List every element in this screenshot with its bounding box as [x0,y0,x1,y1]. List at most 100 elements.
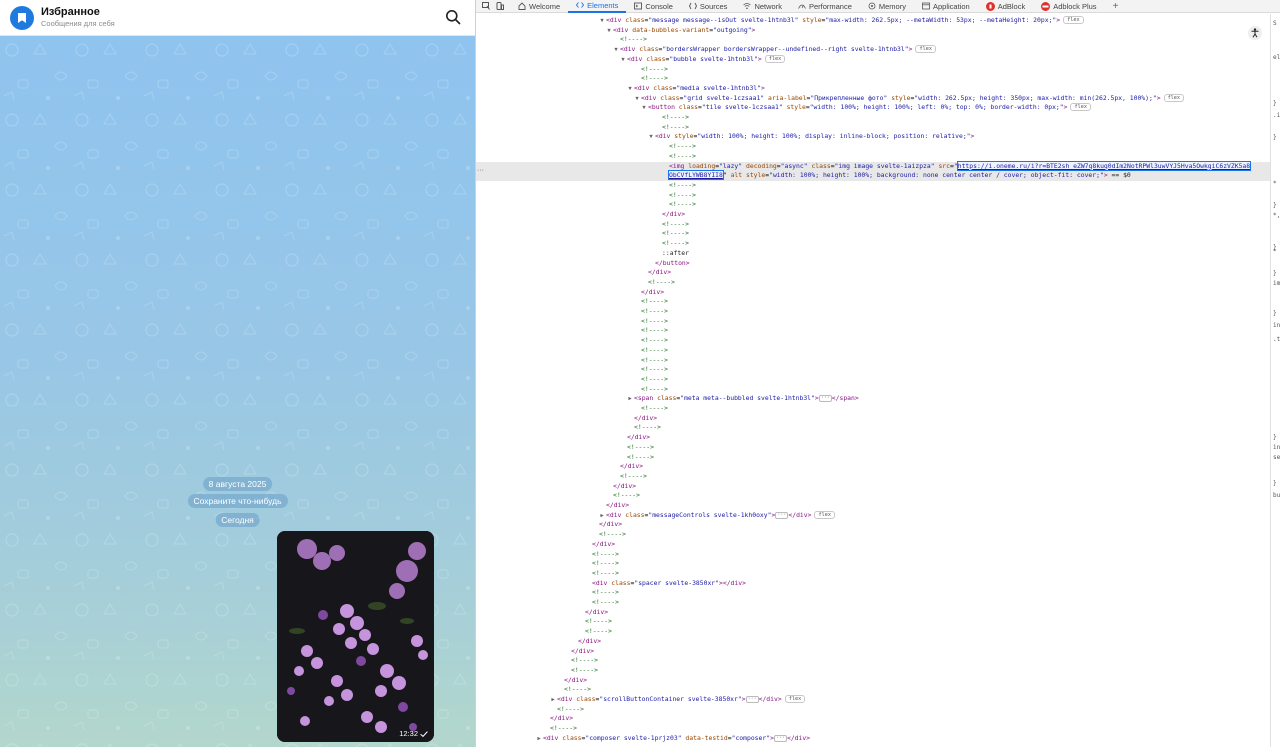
dom-node-row[interactable]: ▼ <div class="bubble svelte-1htnb3l"> flex [476,54,1271,65]
styles-fragment: } [1273,480,1277,487]
dom-node-row[interactable]: </div> [476,433,1271,443]
dom-node-row[interactable]: <!----> [476,530,1271,540]
search-button[interactable] [445,9,461,25]
dom-node-row[interactable]: </div> [476,210,1271,220]
tab-elements[interactable]: Elements [568,0,627,13]
dom-node-row[interactable]: </div> [476,501,1271,511]
dom-node-row[interactable]: <!----> [476,317,1271,327]
dom-node-row[interactable]: ▶ <div class="scrollButtonContainer svelt… [476,695,1271,705]
adblock-icon [985,1,995,11]
dom-node-row[interactable]: </div> [476,520,1271,530]
dom-node-row[interactable]: <!----> [476,365,1271,375]
tab-label: AdBlock [997,1,1026,11]
dom-node-row[interactable]: ▼ <div class="grid svelte-1czsaa1" aria-l… [476,93,1271,104]
tab-memory[interactable]: Memory [860,0,914,13]
dom-node-row[interactable]: <!----> [476,588,1271,598]
dom-node-row[interactable]: <!----> [476,656,1271,666]
tab-network[interactable]: Network [735,0,790,13]
tab-adblock[interactable]: AdBlock [978,0,1034,13]
dom-node-row[interactable]: <!----> [476,123,1271,133]
dom-node-row[interactable]: <!----> [476,472,1271,482]
device-toolbar-icon[interactable] [496,2,504,10]
dom-node-row[interactable]: <!----> [476,559,1271,569]
dom-node-row[interactable]: </div> [476,462,1271,472]
tab-adblock-plus[interactable]: Adblock Plus [1033,0,1104,13]
dom-node-row[interactable]: <!----> [476,239,1271,249]
dom-node-row[interactable]: ▶ <div class="composer svelte-1prjz03" da… [476,734,1271,744]
dom-node-row[interactable]: <!----> [476,385,1271,395]
dom-node-row[interactable]: ▶ <span class="meta meta--bubbled svelte-… [476,394,1271,404]
dom-node-row[interactable]: <!----> [476,375,1271,385]
dom-node-row[interactable]: <!----> [476,346,1271,356]
dom-node-row[interactable]: <!----> [476,142,1271,152]
dom-node-row[interactable]: <!----> [476,356,1271,366]
dom-node-row[interactable]: <!----> [476,278,1271,288]
dom-node-row[interactable]: ▼ <div class="media svelte-1htnb3l"> [476,84,1271,94]
dom-node-row[interactable]: <!----> [476,181,1271,191]
dom-node-row[interactable]: <!----> [476,65,1271,75]
attached-photo [277,531,434,742]
dom-node-row[interactable]: <!----> [476,423,1271,433]
expand-toggle[interactable]: ▶ [535,735,543,745]
dom-node-row[interactable]: ▼ <div class="message message--isOut svel… [476,16,1271,26]
tab-performance[interactable]: Performance [790,0,860,13]
dom-node-row[interactable]: <!----> [476,443,1271,453]
dom-node-row[interactable]: <!----> [476,569,1271,579]
dom-node-row[interactable]: <!----> [476,326,1271,336]
tab-application[interactable]: Application [914,0,978,13]
dom-node-row[interactable]: <!----> [476,491,1271,501]
dom-node-row[interactable]: <!----> [476,229,1271,239]
dom-node-row[interactable]: ▼ <div data-bubbles-variant="outgoing"> [476,26,1271,36]
dom-node-row[interactable]: </div> [476,268,1271,278]
dom-node-row[interactable]: </div> [476,414,1271,424]
inspect-element-icon[interactable] [482,2,490,10]
dom-node-row[interactable]: <!----> [476,220,1271,230]
dom-node-row[interactable]: ▼ <div style="width: 100%; height: 100%; … [476,132,1271,142]
tab-sources[interactable]: Sources [681,0,736,13]
dom-node-row[interactable]: <!----> [476,191,1271,201]
dom-node-row[interactable]: <!----> [476,666,1271,676]
dom-node-row[interactable]: ▼ <button class="tile svelte-1czsaa1" sty… [476,103,1271,113]
saved-messages-avatar[interactable] [10,5,34,30]
dom-node-row[interactable]: </div> [476,482,1271,492]
dom-node-row[interactable]: ▼ <div class="bordersWrapper bordersWrapp… [476,45,1271,55]
dom-node-row[interactable]: <!----> [476,404,1271,414]
dom-node-row[interactable]: </div> [476,714,1271,724]
dom-node-row[interactable]: <!----> [476,598,1271,608]
dom-node-row[interactable]: ObCVfLYWB8YII8" alt style="width: 100%; … [476,170,1271,181]
dom-node-row[interactable]: <!----> [476,705,1271,715]
accessibility-button[interactable] [1248,26,1262,40]
dom-node-row[interactable]: </div> [476,637,1271,647]
dom-node-row[interactable]: </div> [476,288,1271,298]
dom-node-row[interactable]: <!----> [476,453,1271,463]
dom-node-row[interactable]: <!----> [476,152,1271,162]
dom-node-row[interactable]: <!----> [476,35,1271,45]
dom-node-row[interactable]: <!----> [476,617,1271,627]
dom-node-row[interactable]: <!----> [476,74,1271,84]
dom-node-row[interactable]: <!----> [476,685,1271,695]
dom-node-row[interactable]: </div> [476,540,1271,550]
dom-node-row[interactable]: <!----> [476,307,1271,317]
dom-node-row[interactable]: <!----> [476,297,1271,307]
dom-node-row[interactable]: <!----> [476,550,1271,560]
dom-node-row[interactable]: <!----> [476,113,1271,123]
dom-node-row[interactable]: ::after [476,249,1271,259]
tab-console[interactable]: Console [626,0,681,13]
photo-message[interactable]: 12:32 [277,531,434,742]
dom-node-row[interactable]: <!----> [476,724,1271,734]
dom-node-row[interactable]: </button> [476,259,1271,269]
add-tab-button[interactable]: + [1105,0,1127,13]
dom-node-row[interactable]: <!----> [476,200,1271,210]
dom-node-row[interactable]: <!----> [476,627,1271,637]
tab-welcome[interactable]: Welcome [510,0,568,13]
dom-node-row[interactable]: ▶ <div class="messageControls svelte-1kh0… [476,510,1271,521]
dom-node-row[interactable]: <div class="spacer svelte-3850xr"></div> [476,579,1271,589]
row-actions-icon[interactable]: ··· [477,167,484,174]
dom-node-row[interactable]: </div> [476,608,1271,618]
dom-node-row[interactable]: <!----> [476,336,1271,346]
chat-title: Избранное [41,6,100,19]
dom-node-row[interactable]: <img loading="lazy" decoding="async" cla… [476,160,1271,172]
dom-node-row[interactable]: </div> [476,647,1271,657]
home-icon [518,2,526,10]
dom-node-row[interactable]: </div> [476,676,1271,686]
